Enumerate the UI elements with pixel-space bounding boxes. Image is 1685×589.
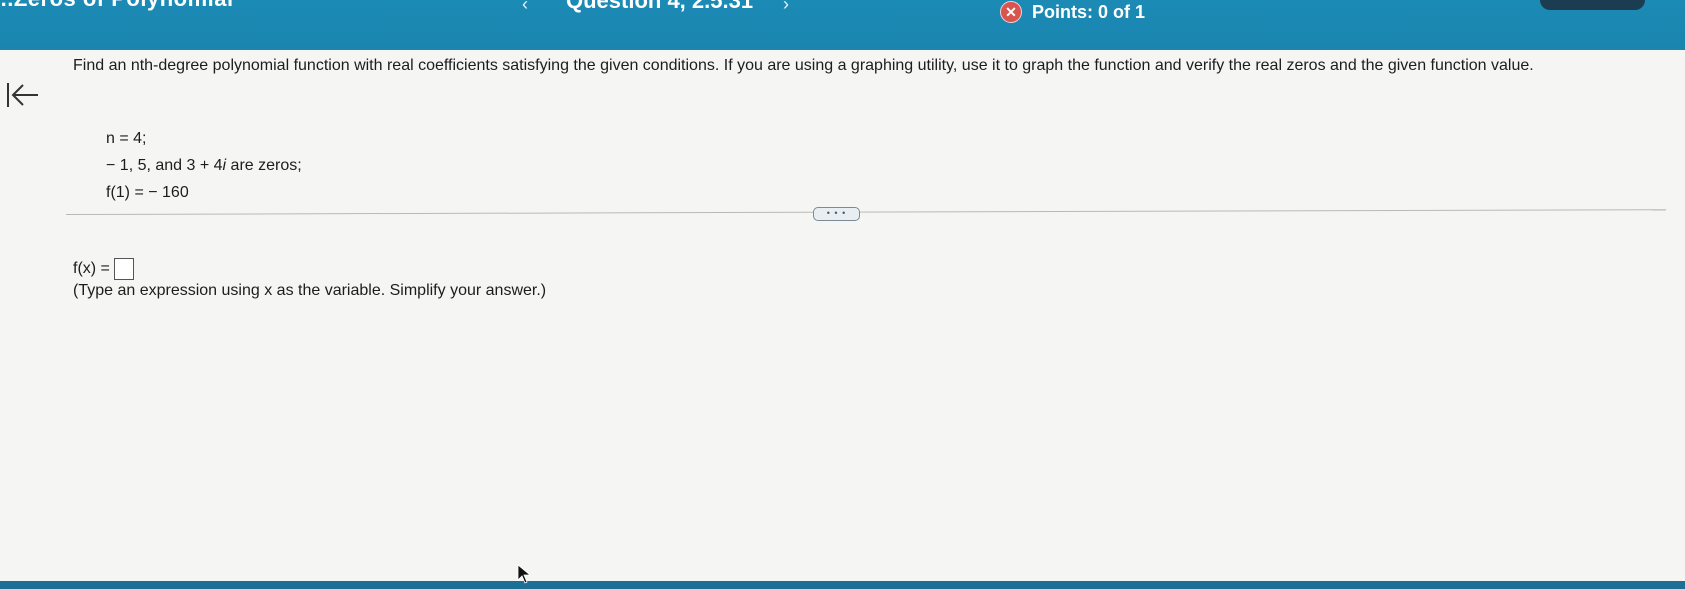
header-bar: ...Zeros of Polynomial ‹ Question 4, 2.5… [0, 0, 1685, 50]
answer-label: f(x) = [73, 260, 110, 277]
back-to-start-icon[interactable] [6, 80, 40, 110]
next-question-button[interactable]: › [783, 0, 789, 15]
x-circle-icon: ✕ [1000, 1, 1022, 23]
answer-row: f(x) = [73, 258, 134, 280]
zeros-suffix: are zeros; [226, 157, 302, 174]
function-value-condition: f(1) = − 160 [106, 184, 189, 201]
header-action-button[interactable] [1540, 0, 1645, 10]
zeros-condition: − 1, 5, and 3 + 4i are zeros; [106, 152, 302, 179]
question-label: Question 4, 2.5.31 [566, 0, 754, 13]
expand-button[interactable]: • • • [813, 207, 860, 221]
mouse-pointer-icon [517, 564, 533, 584]
previous-question-button[interactable]: ‹ [522, 0, 528, 15]
section-divider [65, 209, 1666, 215]
question-panel: Find an nth-degree polynomial function w… [0, 50, 1685, 584]
zeros-text: − 1, 5, and 3 + 4 [106, 157, 223, 174]
points-status: ✕ Points: 0 of 1 [1000, 1, 1145, 23]
question-instructions: Find an nth-degree polynomial function w… [73, 57, 1534, 74]
points-label: Points: 0 of 1 [1032, 1, 1146, 22]
answer-hint: (Type an expression using x as the varia… [73, 282, 547, 299]
degree-condition: n = 4; [106, 130, 147, 147]
given-conditions: n = 4; − 1, 5, and 3 + 4i are zeros; f(1… [106, 125, 302, 206]
section-title: ...Zeros of Polynomial [0, 0, 234, 12]
answer-input[interactable] [113, 258, 134, 280]
